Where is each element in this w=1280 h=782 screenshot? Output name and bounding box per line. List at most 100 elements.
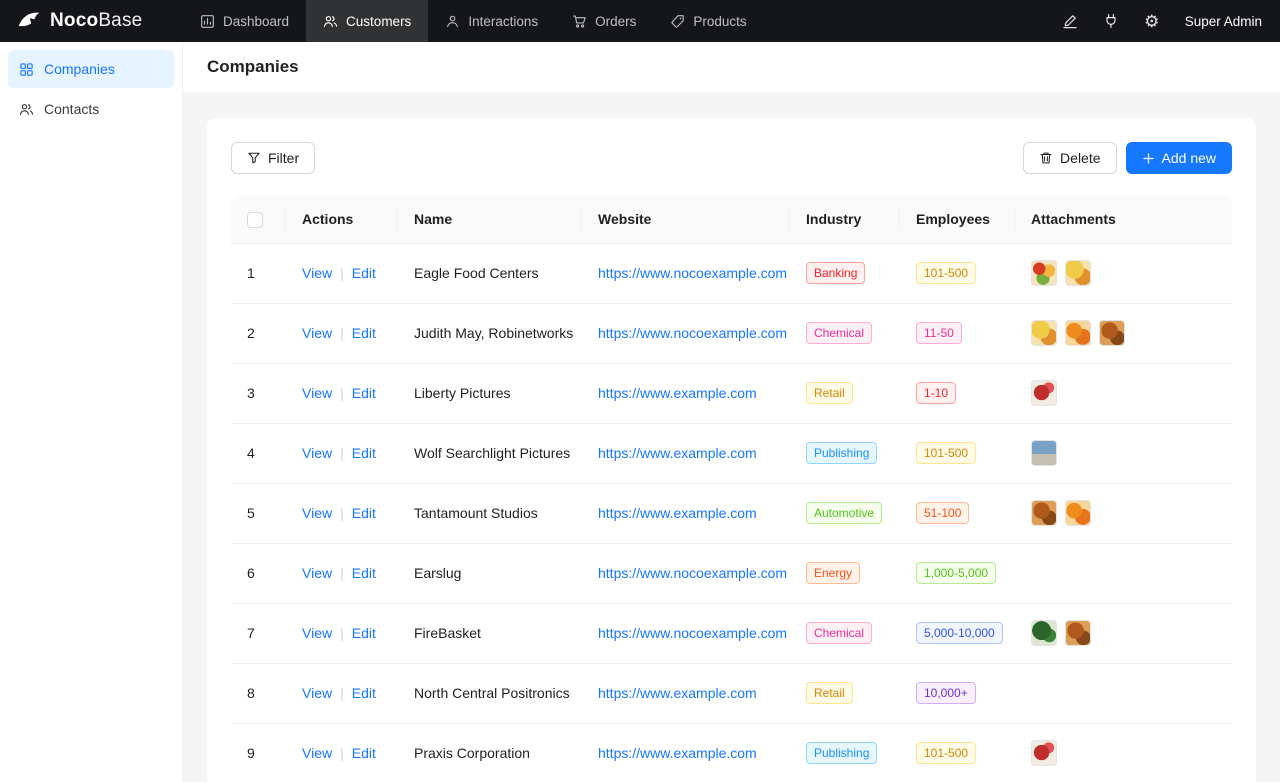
nav-item-label: Interactions [468,14,538,29]
edit-link[interactable]: Edit [352,625,376,641]
website-link[interactable]: https://www.nocoexample.com [598,565,787,581]
attachments-cell [1031,380,1216,406]
row-index: 4 [247,445,255,461]
company-name: North Central Positronics [414,685,570,701]
view-link[interactable]: View [302,565,332,581]
attachment-thumbnail[interactable] [1099,320,1125,346]
industry-tag: Retail [806,682,853,704]
attachment-thumbnail[interactable] [1031,620,1057,646]
settings-icon[interactable]: ⚙ [1136,5,1168,37]
edit-link[interactable]: Edit [352,385,376,401]
nav-item-products[interactable]: Products [653,0,763,42]
attachment-thumbnail[interactable] [1065,260,1091,286]
column-header-employees: Employees [900,196,1015,243]
ui-editor-icon[interactable] [1054,5,1086,37]
website-link[interactable]: https://www.nocoexample.com [598,265,787,281]
website-link[interactable]: https://www.example.com [598,445,757,461]
view-link[interactable]: View [302,625,332,641]
delete-button[interactable]: Delete [1023,142,1116,174]
nav-item-customers[interactable]: Customers [306,0,428,42]
attachment-thumbnail[interactable] [1065,500,1091,526]
view-link[interactable]: View [302,385,332,401]
industry-tag: Chemical [806,322,872,344]
nav-item-label: Products [693,14,746,29]
company-name: Wolf Searchlight Pictures [414,445,570,461]
row-index: 1 [247,265,255,281]
website-link[interactable]: https://www.nocoexample.com [598,325,787,341]
edit-link[interactable]: Edit [352,685,376,701]
trash-icon [1039,151,1053,165]
employees-tag: 11-50 [916,322,962,344]
sidebar-item-label: Companies [44,61,115,77]
column-header-label: Industry [806,211,861,227]
nocobase-logo[interactable]: NocoBase [0,8,183,34]
orders-icon [572,14,587,29]
content-area: Filter Delete Add new ActionsNameWebsite… [183,92,1280,782]
attachment-thumbnail[interactable] [1065,320,1091,346]
view-link[interactable]: View [302,505,332,521]
edit-link[interactable]: Edit [352,745,376,761]
employees-tag: 101-500 [916,262,976,284]
website-link[interactable]: https://www.example.com [598,505,757,521]
view-link[interactable]: View [302,745,332,761]
industry-tag: Energy [806,562,860,584]
attachment-thumbnail[interactable] [1031,320,1057,346]
attachment-thumbnail[interactable] [1031,260,1057,286]
add-new-button[interactable]: Add new [1126,142,1232,174]
table-row: 4View|EditWolf Searchlight Pictureshttps… [231,423,1232,483]
row-index: 2 [247,325,255,341]
sidebar-item-companies[interactable]: Companies [8,50,174,88]
nav-item-interactions[interactable]: Interactions [428,0,555,42]
sidebar: Companies Contacts [0,42,183,782]
action-divider: | [340,565,344,581]
website-link[interactable]: https://www.example.com [598,685,757,701]
view-link[interactable]: View [302,325,332,341]
view-link[interactable]: View [302,265,332,281]
industry-tag: Publishing [806,742,877,764]
select-all-checkbox[interactable] [247,212,263,228]
row-index: 6 [247,565,255,581]
employees-tag: 101-500 [916,442,976,464]
edit-link[interactable]: Edit [352,265,376,281]
edit-link[interactable]: Edit [352,505,376,521]
page-title: Companies [207,57,299,77]
industry-tag: Automotive [806,502,882,524]
row-index: 5 [247,505,255,521]
column-header-actions: Actions [286,196,398,243]
nav-item-dashboard[interactable]: Dashboard [183,0,306,42]
attachments-cell [1031,260,1216,286]
view-link[interactable]: View [302,685,332,701]
website-link[interactable]: https://www.example.com [598,745,757,761]
edit-link[interactable]: Edit [352,445,376,461]
table-row: 7View|EditFireBaskethttps://www.nocoexam… [231,603,1232,663]
table-row: 8View|EditNorth Central Positronicshttps… [231,663,1232,723]
nav-item-orders[interactable]: Orders [555,0,653,42]
edit-link[interactable]: Edit [352,325,376,341]
view-link[interactable]: View [302,445,332,461]
website-link[interactable]: https://www.nocoexample.com [598,625,787,641]
attachment-thumbnail[interactable] [1031,440,1057,466]
attachment-thumbnail[interactable] [1031,740,1057,766]
table-row: 9View|EditPraxis Corporationhttps://www.… [231,723,1232,782]
employees-tag: 101-500 [916,742,976,764]
top-nav: DashboardCustomers Interactions Orders Prod… [183,0,764,42]
toolbar-right: Delete Add new [1023,142,1232,174]
table-row: 2View|EditJudith May, Robinetworkshttps:… [231,303,1232,363]
plugin-icon[interactable] [1095,5,1127,37]
industry-tag: Chemical [806,622,872,644]
column-header-label: Attachments [1031,211,1116,227]
attachments-cell [1031,500,1216,526]
employees-tag: 10,000+ [916,682,976,704]
filter-button[interactable]: Filter [231,142,315,174]
attachment-thumbnail[interactable] [1031,500,1057,526]
user-name[interactable]: Super Admin [1185,14,1262,29]
attachments-cell [1031,740,1216,766]
website-link[interactable]: https://www.example.com [598,385,757,401]
attachment-thumbnail[interactable] [1065,620,1091,646]
attachment-thumbnail[interactable] [1031,380,1057,406]
sidebar-item-contacts[interactable]: Contacts [8,90,174,128]
contacts-icon [19,102,34,117]
companies-grid-icon [19,62,34,77]
company-name: Praxis Corporation [414,745,530,761]
edit-link[interactable]: Edit [352,565,376,581]
